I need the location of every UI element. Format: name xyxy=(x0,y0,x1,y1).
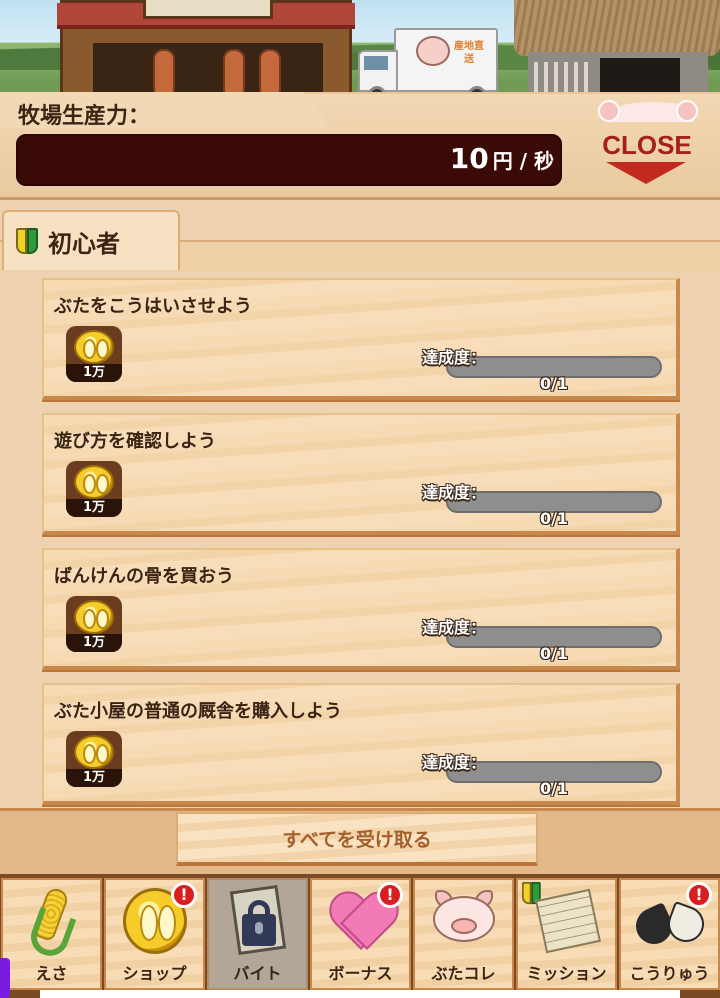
progress-count: 0/1 xyxy=(539,779,569,798)
progress-count: 0/1 xyxy=(539,374,569,393)
reward-amount: 1万 xyxy=(66,499,122,517)
nav-item-job[interactable]: バイト xyxy=(207,878,308,990)
nav-item-feed[interactable]: えさ xyxy=(1,878,102,990)
mission-title: ぶたをこうはいさせよう xyxy=(54,296,252,317)
productivity-value-group: 10 円 / 秒 xyxy=(450,142,554,175)
nav-item-exchange[interactable]: ! こうりゅう xyxy=(619,878,720,990)
coin-icon xyxy=(74,465,114,499)
reward-amount: 1万 xyxy=(66,634,122,652)
reward-amount: 1万 xyxy=(66,364,122,382)
bottom-strip xyxy=(40,990,680,998)
mission-title: ばんけんの骨を買おう xyxy=(54,566,234,587)
reward-badge: 1万 xyxy=(66,596,122,652)
progress-label: 達成度： xyxy=(422,618,487,637)
pig-icon xyxy=(429,888,499,944)
nav-item-pig-collection[interactable]: ぶたコレ xyxy=(413,878,514,990)
corn-icon xyxy=(25,885,76,962)
reward-amount: 1万 xyxy=(66,769,122,787)
nav-label: ショップ xyxy=(122,964,187,983)
alert-badge: ! xyxy=(171,882,197,908)
nav-item-mission[interactable]: ミッション xyxy=(516,878,617,990)
coin-icon xyxy=(74,330,114,364)
arrow-down-icon xyxy=(606,162,686,184)
mission-card: 遊び方を確認しよう 1万 達成度： 0/1 xyxy=(42,413,680,535)
progress-label: 達成度： xyxy=(422,348,487,367)
nav-label: バイト xyxy=(233,964,282,983)
tab-beginner[interactable]: 初心者 xyxy=(2,210,180,270)
nav-label: ミッション xyxy=(526,964,607,983)
receive-all-button[interactable]: すべてを受け取る xyxy=(176,812,538,866)
mission-card: ばんけんの骨を買おう 1万 達成度： 0/1 xyxy=(42,548,680,670)
progress-label: 達成度： xyxy=(422,753,487,772)
category-row: 初心者 xyxy=(0,210,720,272)
coin-icon xyxy=(74,735,114,769)
mission-card: ぶたをこうはいさせよう 1万 達成度： 0/1 xyxy=(42,278,680,400)
productivity-label: 牧場生産力： xyxy=(18,104,151,129)
mission-title: 遊び方を確認しよう xyxy=(54,431,216,452)
mission-title: ぶた小屋の普通の厩舎を購入しよう xyxy=(54,701,342,722)
alert-badge: ! xyxy=(686,882,712,908)
nav-label: えさ xyxy=(35,964,68,983)
coin-icon xyxy=(74,600,114,634)
lock-icon xyxy=(228,884,288,960)
close-button-label: CLOSE xyxy=(602,130,692,160)
tab-beginner-label: 初心者 xyxy=(48,229,120,258)
nav-label: ボーナス xyxy=(328,964,393,983)
nav-label: ぶたコレ xyxy=(431,964,496,983)
pig-ears-icon xyxy=(598,100,698,122)
nav-item-bonus[interactable]: ! ボーナス xyxy=(310,878,411,990)
close-button[interactable]: CLOSE xyxy=(592,100,702,188)
mission-card: ぶた小屋の普通の厩舎を購入しよう 1万 達成度： 0/1 xyxy=(42,683,680,805)
beginner-mark-icon xyxy=(16,228,38,254)
side-indicator xyxy=(0,958,10,998)
nav-label: こうりゅう xyxy=(629,964,710,983)
nav-item-shop[interactable]: ! ショップ xyxy=(104,878,205,990)
productivity-bar: 10 円 / 秒 xyxy=(16,134,562,186)
progress-label: 達成度： xyxy=(422,483,487,502)
reward-badge: 1万 xyxy=(66,461,122,517)
scroll-icon xyxy=(534,888,601,954)
alert-badge: ! xyxy=(377,882,403,908)
truck-text: 産地直送 xyxy=(454,41,484,65)
progress-count: 0/1 xyxy=(539,509,569,528)
productivity-value: 10 xyxy=(449,142,489,175)
reward-badge: 1万 xyxy=(66,326,122,382)
productivity-unit: 円 / 秒 xyxy=(492,149,554,173)
progress-count: 0/1 xyxy=(539,644,569,663)
pig-logo-icon xyxy=(416,36,450,66)
reward-badge: 1万 xyxy=(66,731,122,787)
